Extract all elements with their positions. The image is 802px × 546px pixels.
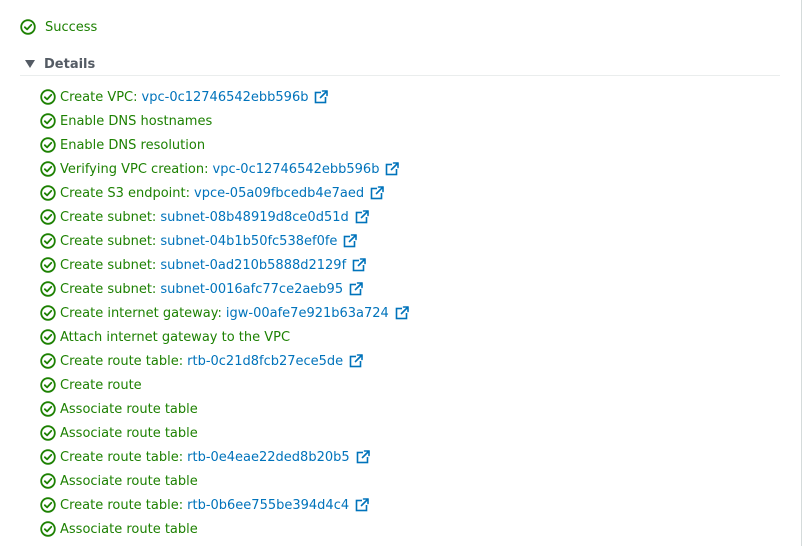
resource-id-link[interactable]: igw-00afe7e921b63a724 bbox=[226, 306, 389, 321]
step-item: Enable DNS resolution bbox=[40, 133, 409, 157]
step-label: Create route bbox=[60, 377, 142, 393]
resource-id-link[interactable]: rtb-0e4eae22ded8b20b5 bbox=[187, 450, 350, 465]
external-link-icon[interactable] bbox=[370, 186, 385, 200]
success-check-icon bbox=[40, 305, 56, 321]
resource-id-link[interactable]: rtb-0c21d8fcb27ece5de bbox=[187, 354, 343, 369]
success-check-icon bbox=[40, 377, 56, 393]
step-item: Verifying VPC creation: vpc-0c12746542ebb… bbox=[40, 157, 409, 181]
step-label: Create subnet: bbox=[60, 281, 157, 297]
success-check-icon bbox=[40, 281, 56, 297]
success-check-icon bbox=[40, 425, 56, 441]
step-label: Associate route table bbox=[60, 521, 198, 537]
success-check-icon bbox=[40, 161, 56, 177]
details-title: Details bbox=[44, 56, 96, 72]
step-item: Associate route table bbox=[40, 397, 409, 421]
success-check-icon bbox=[40, 473, 56, 489]
steps-list: Create VPC: vpc-0c12746542ebb596b Enable D… bbox=[40, 85, 409, 541]
step-item: Attach internet gateway to the VPC bbox=[40, 325, 409, 349]
step-item: Create subnet: subnet-08b48919d8ce0d51d bbox=[40, 205, 409, 229]
step-label: Create S3 endpoint: bbox=[60, 185, 191, 201]
success-check-icon bbox=[40, 233, 56, 249]
success-check-icon bbox=[40, 353, 56, 369]
success-check-icon bbox=[40, 257, 56, 273]
step-label: Create subnet: bbox=[60, 257, 157, 273]
success-check-icon bbox=[40, 401, 56, 417]
step-item: Create subnet: subnet-0016afc77ce2aeb95 bbox=[40, 277, 409, 301]
external-link-icon[interactable] bbox=[349, 282, 364, 296]
success-check-icon bbox=[40, 209, 56, 225]
resource-id-link[interactable]: vpc-0c12746542ebb596b bbox=[142, 90, 309, 105]
step-item: Create route bbox=[40, 373, 409, 397]
step-label: Create route table: bbox=[60, 497, 184, 513]
external-link-icon[interactable] bbox=[395, 306, 409, 320]
resource-id-link[interactable]: vpc-0c12746542ebb596b bbox=[213, 162, 380, 177]
step-item: Associate route table bbox=[40, 421, 409, 445]
status-label: Success bbox=[45, 19, 98, 35]
step-label: Create subnet: bbox=[60, 233, 157, 249]
resource-id-link[interactable]: subnet-08b48919d8ce0d51d bbox=[160, 210, 348, 225]
step-item: Create subnet: subnet-0ad210b5888d2129f bbox=[40, 253, 409, 277]
step-item: Create route table: rtb-0e4eae22ded8b20b5 bbox=[40, 445, 409, 469]
step-item: Associate route table bbox=[40, 517, 409, 541]
external-link-icon[interactable] bbox=[355, 210, 369, 224]
step-item: Create S3 endpoint: vpce-05a09fbcedb4e7ae… bbox=[40, 181, 409, 205]
step-item: Create route table: rtb-0b6ee755be394d4c4 bbox=[40, 493, 409, 517]
resource-id-link[interactable]: rtb-0b6ee755be394d4c4 bbox=[187, 498, 349, 513]
step-label: Enable DNS resolution bbox=[60, 137, 206, 153]
step-item: Associate route table bbox=[40, 469, 409, 493]
external-link-icon[interactable] bbox=[343, 234, 358, 248]
step-label: Verifying VPC creation: bbox=[60, 161, 209, 177]
step-label: Associate route table bbox=[60, 401, 198, 417]
external-link-icon[interactable] bbox=[356, 450, 370, 464]
step-item: Create subnet: subnet-04b1b50fc538ef0fe bbox=[40, 229, 409, 253]
step-label: Associate route table bbox=[60, 425, 198, 441]
step-label: Associate route table bbox=[60, 473, 198, 489]
resource-id-link[interactable]: subnet-0ad210b5888d2129f bbox=[160, 258, 346, 273]
success-check-icon bbox=[40, 521, 56, 537]
resource-id-link[interactable]: subnet-04b1b50fc538ef0fe bbox=[160, 234, 337, 249]
success-check-icon bbox=[40, 113, 56, 129]
success-check-icon bbox=[40, 89, 56, 105]
resource-id-link[interactable]: vpce-05a09fbcedb4e7aed bbox=[194, 186, 364, 201]
vpc-creation-workflow-panel: Success Details Create VPC: vpc-0c1274654… bbox=[0, 0, 802, 546]
step-label: Enable DNS hostnames bbox=[60, 113, 213, 129]
step-label: Create route table: bbox=[60, 353, 184, 369]
success-status: Success bbox=[20, 17, 97, 37]
step-item: Create route table: rtb-0c21d8fcb27ece5de bbox=[40, 349, 409, 373]
step-label: Attach internet gateway to the VPC bbox=[60, 329, 291, 345]
success-check-icon bbox=[40, 497, 56, 513]
external-link-icon[interactable] bbox=[355, 498, 370, 512]
external-link-icon[interactable] bbox=[349, 354, 364, 368]
step-label: Create route table: bbox=[60, 449, 184, 465]
success-check-icon bbox=[20, 19, 36, 35]
step-item: Enable DNS hostnames bbox=[40, 109, 409, 133]
external-link-icon[interactable] bbox=[385, 162, 400, 176]
resource-id-link[interactable]: subnet-0016afc77ce2aeb95 bbox=[160, 282, 343, 297]
details-toggle[interactable]: Details bbox=[20, 53, 780, 76]
success-check-icon bbox=[40, 185, 56, 201]
success-check-icon bbox=[40, 137, 56, 153]
step-item: Create VPC: vpc-0c12746542ebb596b bbox=[40, 85, 409, 109]
step-label: Create VPC: bbox=[60, 89, 138, 105]
step-label: Create internet gateway: bbox=[60, 305, 222, 321]
step-label: Create subnet: bbox=[60, 209, 157, 225]
caret-down-icon bbox=[25, 60, 35, 68]
success-check-icon bbox=[40, 449, 56, 465]
external-link-icon[interactable] bbox=[352, 258, 367, 272]
step-item: Create internet gateway: igw-00afe7e921b6… bbox=[40, 301, 409, 325]
success-check-icon bbox=[40, 329, 56, 345]
external-link-icon[interactable] bbox=[314, 90, 329, 104]
